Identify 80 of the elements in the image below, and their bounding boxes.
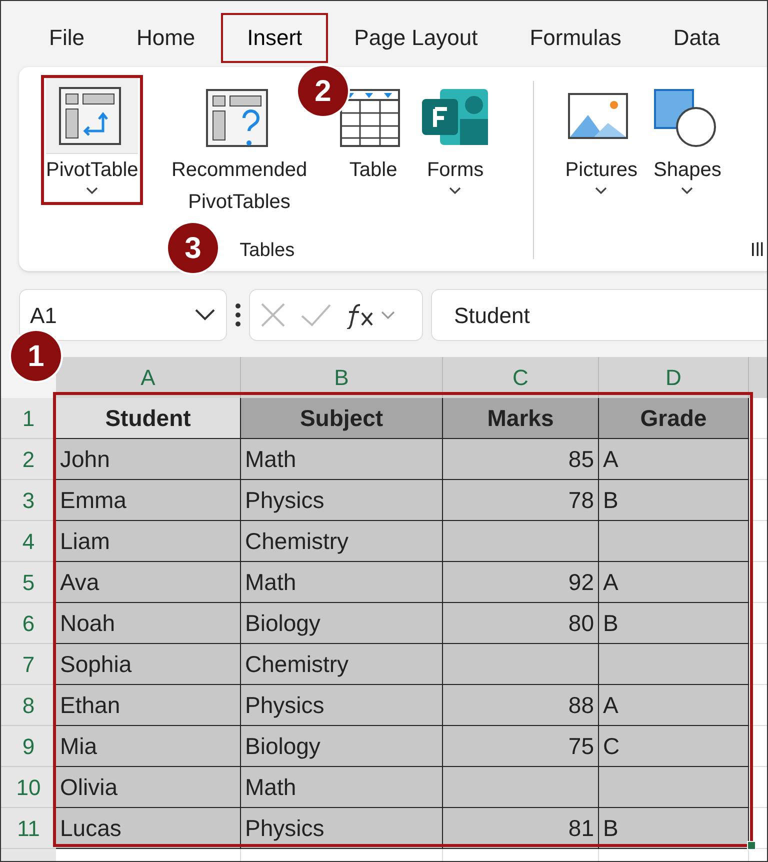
more-options-icon — [235, 303, 241, 327]
table-cell: 92 — [443, 562, 599, 603]
table-cell: Chemistry — [241, 644, 443, 685]
table-cell: Ethan — [56, 685, 241, 726]
ribbon-button[interactable]: Forms — [417, 75, 494, 205]
table-cell: 78 — [443, 480, 599, 521]
column-header[interactable]: B — [241, 357, 443, 398]
formula-field[interactable]: Student — [431, 289, 767, 341]
row-header[interactable]: 10 — [1, 767, 56, 808]
table-cell: Emma — [56, 480, 241, 521]
dropdown-caret-icon — [194, 308, 216, 322]
table-cell: B — [599, 480, 749, 521]
caret-icon — [680, 186, 694, 196]
row-header[interactable]: 8 — [1, 685, 56, 726]
table-cell: 85 — [443, 439, 599, 480]
column-header[interactable]: D — [599, 357, 749, 398]
table-cell: B — [599, 603, 749, 644]
caret-icon — [85, 186, 100, 196]
table-cell: A — [599, 562, 749, 603]
table-cell: Physics — [241, 480, 443, 521]
table-cell: Physics — [241, 685, 443, 726]
column-header[interactable]: C — [443, 357, 599, 398]
table-cell: Grade — [599, 398, 749, 439]
table-cell: Biology — [241, 726, 443, 767]
table-cell: Olivia — [56, 767, 241, 808]
ribbon-tab[interactable]: Data — [647, 13, 746, 63]
table-cell: Physics — [241, 808, 443, 849]
ribbon-tab[interactable]: Page Layout — [328, 13, 504, 63]
table-cell: Biology — [241, 603, 443, 644]
group-label: Tables — [240, 238, 295, 262]
table-cell: Math — [241, 439, 443, 480]
caret-icon — [448, 186, 462, 196]
table-cell: 75 — [443, 726, 599, 767]
column-header[interactable]: A — [56, 357, 241, 398]
ribbon-button[interactable]: PivotTable — [41, 75, 144, 205]
row-header[interactable]: 1 — [1, 398, 56, 439]
row-header[interactable]: 9 — [1, 726, 56, 767]
forms-icon — [422, 89, 488, 147]
row-header[interactable]: 2 — [1, 439, 56, 480]
table-cell: B — [599, 808, 749, 849]
table-cell: Marks — [443, 398, 599, 439]
cell-reference: A1 — [30, 302, 57, 330]
row-header[interactable]: 4 — [1, 521, 56, 562]
row-header[interactable]: 3 — [1, 480, 56, 521]
ribbon-button[interactable]: Pictures — [560, 75, 643, 205]
table-cell: Math — [241, 562, 443, 603]
table-cell: Sophia — [56, 644, 241, 685]
table-cell: Chemistry — [241, 521, 443, 562]
ribbon-tab[interactable]: Insert — [221, 13, 328, 63]
ribbon-tab[interactable]: File — [23, 13, 110, 63]
name-box[interactable]: A1 — [19, 289, 227, 341]
table-cell: 88 — [443, 685, 599, 726]
ribbon-tab[interactable]: Home — [110, 13, 222, 63]
table-cell: C — [599, 726, 749, 767]
step-marker: 3 — [168, 223, 218, 273]
ribbon-tab[interactable]: Formulas — [504, 13, 648, 63]
table-cell: 81 — [443, 808, 599, 849]
table-cell: Mia — [56, 726, 241, 767]
ribbon-button[interactable]: Shapes — [648, 75, 726, 205]
table-cell: A — [599, 685, 749, 726]
row-header[interactable]: 7 — [1, 644, 56, 685]
table-cell: Lucas — [56, 808, 241, 849]
table-cell: John — [56, 439, 241, 480]
row-header[interactable]: 6 — [1, 603, 56, 644]
row-header[interactable]: 5 — [1, 562, 56, 603]
fill-handle[interactable] — [747, 841, 756, 850]
cancel-icon — [260, 302, 286, 328]
table-cell: Student — [56, 398, 241, 439]
caret-icon — [594, 186, 608, 196]
table-cell: Noah — [56, 603, 241, 644]
table-cell: 80 — [443, 603, 599, 644]
table-cell: A — [599, 439, 749, 480]
group-label: Ill — [750, 238, 764, 262]
table-cell: Math — [241, 767, 443, 808]
table-cell: Liam — [56, 521, 241, 562]
step-marker: 1 — [11, 331, 61, 381]
check-icon — [300, 303, 332, 327]
table-cell: Subject — [241, 398, 443, 439]
table-cell: Ava — [56, 562, 241, 603]
row-header[interactable]: 11 — [1, 808, 56, 849]
